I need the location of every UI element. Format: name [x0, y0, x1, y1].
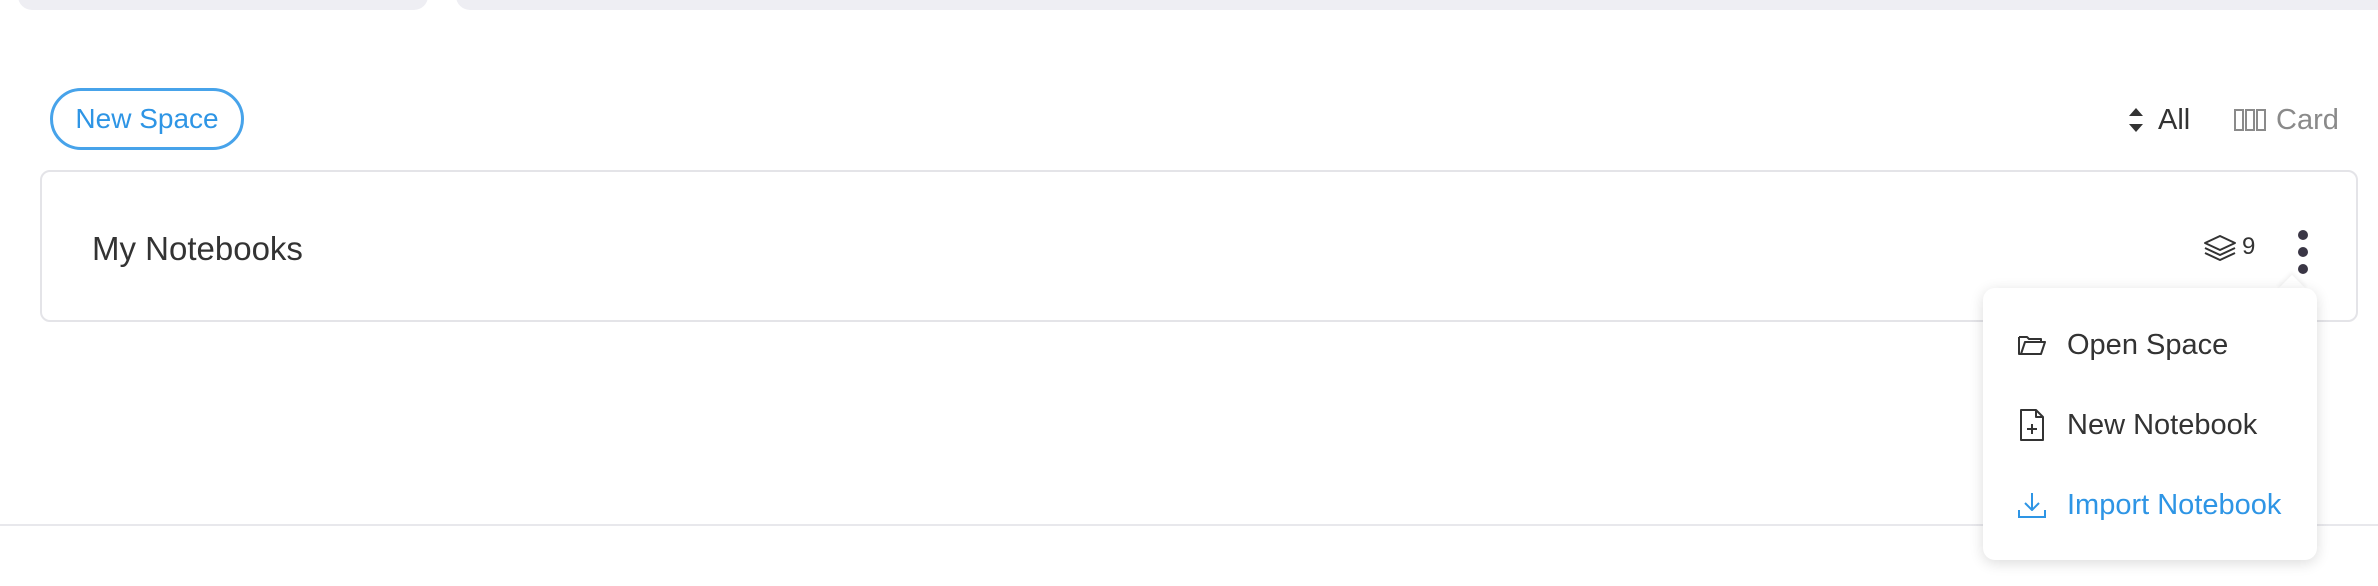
new-space-button[interactable]: New Space [50, 88, 244, 150]
kebab-dot [2298, 264, 2308, 274]
sort-filter-control[interactable]: All [2128, 100, 2190, 140]
menu-item-import-notebook[interactable]: Import Notebook [2017, 482, 2281, 528]
notebook-count-value: 9 [2242, 233, 2256, 260]
view-mode-label: Card [2276, 103, 2339, 136]
sort-filter-label: All [2158, 103, 2191, 136]
kebab-dot [2298, 230, 2308, 240]
folder-open-icon [2018, 336, 2046, 355]
menu-item-open-space[interactable]: Open Space [2017, 322, 2228, 368]
kebab-dot [2298, 247, 2308, 257]
download-icon [2018, 493, 2046, 518]
card-view-icon [2234, 109, 2266, 131]
menu-item-label: New Notebook [2067, 408, 2258, 441]
menu-item-label: Import Notebook [2067, 488, 2282, 521]
app-root: New Space All Card My Notebooks 9 Open S… [0, 0, 2378, 586]
space-options-menu: Open Space New Notebook Import Notebook [1983, 288, 2317, 560]
notebook-count: 9 [2202, 232, 2255, 262]
view-mode-control[interactable]: Card [2234, 100, 2339, 140]
menu-item-label: Open Space [2067, 328, 2229, 361]
sort-icon [2129, 108, 2143, 132]
menu-item-new-notebook[interactable]: New Notebook [2017, 402, 2257, 448]
top-search-bar-left[interactable] [18, 0, 428, 10]
space-title[interactable]: My Notebooks [92, 230, 303, 268]
file-plus-icon [2020, 409, 2044, 441]
layers-icon [2204, 235, 2236, 261]
more-options-button[interactable] [2288, 230, 2318, 274]
top-search-bar-right[interactable] [456, 0, 2378, 10]
